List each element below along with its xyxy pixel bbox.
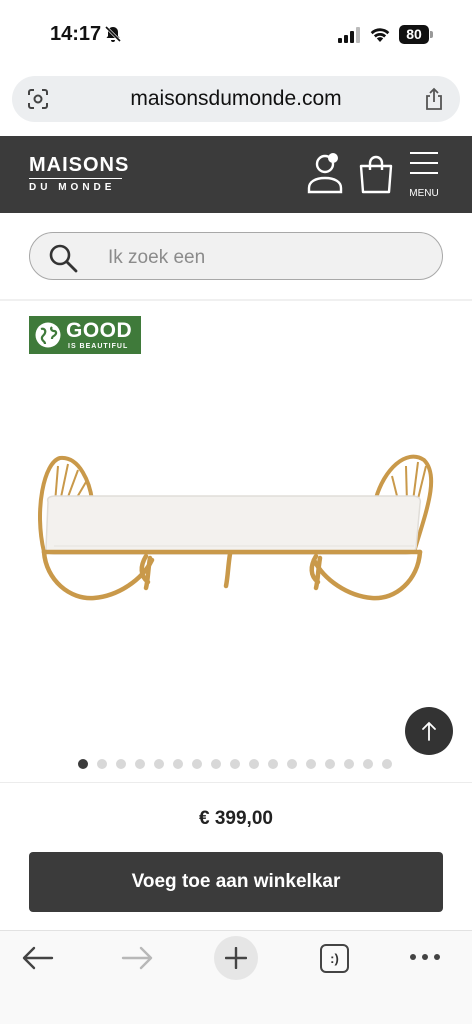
badge-main-text: GOOD [66, 319, 133, 342]
plus-icon [225, 947, 247, 969]
arrow-up-icon [422, 721, 436, 741]
cart-icon[interactable] [358, 154, 394, 194]
new-tab-button[interactable] [214, 936, 258, 980]
status-time: 14:17 [50, 23, 102, 45]
carousel-dot[interactable] [306, 759, 316, 769]
address-bar[interactable]: maisonsdumonde.com [12, 76, 460, 122]
tabs-icon[interactable]: :) [320, 944, 349, 973]
logo-sub-text: DU MONDE [29, 182, 116, 193]
url-text[interactable]: maisonsdumonde.com [12, 87, 460, 111]
carousel-dot[interactable] [78, 759, 88, 769]
badge-sub-text: IS BEAUTIFUL [68, 343, 129, 350]
site-logo[interactable]: MAISONS DU MONDE [29, 154, 129, 194]
search-input[interactable]: Ik zoek een [29, 232, 443, 280]
logo-divider [29, 178, 122, 179]
battery-nub [430, 31, 433, 38]
menu-icon [410, 152, 438, 174]
carousel-dots [78, 759, 392, 769]
menu-label: MENU [409, 188, 439, 199]
carousel-dot[interactable] [135, 759, 145, 769]
product-price: € 399,00 [199, 808, 273, 829]
menu-button[interactable]: MENU [406, 152, 442, 202]
carousel-dot[interactable] [268, 759, 278, 769]
bell-muted-icon [104, 25, 122, 43]
search-icon [49, 244, 78, 273]
carousel-dot[interactable] [249, 759, 259, 769]
carousel-dot[interactable] [363, 759, 373, 769]
carousel-dot[interactable] [154, 759, 164, 769]
carousel-dot[interactable] [116, 759, 126, 769]
browser-toolbar: :) [0, 930, 472, 1024]
carousel-dot[interactable] [211, 759, 221, 769]
wifi-icon [370, 28, 390, 42]
account-icon[interactable] [306, 152, 348, 194]
forward-icon [121, 946, 153, 970]
carousel-dot[interactable] [97, 759, 107, 769]
carousel-dot[interactable] [287, 759, 297, 769]
back-icon[interactable] [22, 945, 54, 971]
share-icon[interactable] [424, 87, 444, 111]
logo-main-text: MAISONS [29, 154, 130, 176]
header-divider [0, 299, 472, 301]
scroll-to-top-button[interactable] [405, 707, 453, 755]
product-image[interactable] [30, 440, 444, 620]
battery-indicator: 80 [399, 25, 429, 44]
more-icon[interactable] [409, 953, 441, 961]
status-bar: 14:17 80 [0, 0, 472, 70]
carousel-dot[interactable] [382, 759, 392, 769]
signal-icon [338, 27, 360, 43]
carousel-dot[interactable] [192, 759, 202, 769]
search-placeholder: Ik zoek een [108, 247, 206, 268]
carousel-dot[interactable] [173, 759, 183, 769]
product-cart-bar: € 399,00 Voeg toe aan winkelkar [0, 782, 472, 930]
add-to-cart-button[interactable]: Voeg toe aan winkelkar [29, 852, 443, 912]
good-is-beautiful-badge: GOOD IS BEAUTIFUL [29, 316, 141, 354]
carousel-dot[interactable] [325, 759, 335, 769]
carousel-dot[interactable] [230, 759, 240, 769]
carousel-dot[interactable] [344, 759, 354, 769]
globe-icon [35, 322, 61, 348]
site-header: MAISONS DU MONDE MENU [0, 136, 472, 213]
